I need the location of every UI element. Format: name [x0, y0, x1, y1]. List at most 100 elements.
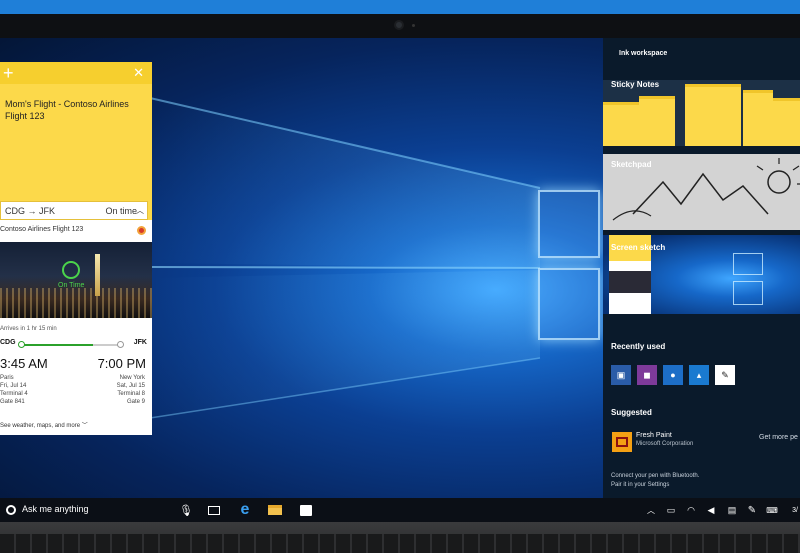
cortana-circle-icon[interactable]	[4, 498, 18, 522]
connect-line-2[interactable]: Pair it in your Settings	[611, 481, 699, 490]
video-app-icon[interactable]: ▣	[611, 365, 631, 385]
sticky-note[interactable]: + ✕ Mom's Flight - Contoso Airlines Flig…	[0, 62, 152, 220]
camera-indicator	[412, 24, 415, 27]
action-center-icon[interactable]: ▤	[725, 498, 739, 522]
departure-terminal: Terminal 4	[0, 391, 28, 397]
map-status: On Time	[58, 282, 85, 289]
see-more-link[interactable]: See weather, maps, and more ﹀	[0, 420, 88, 429]
card-header: Contoso Airlines Flight 123	[0, 220, 152, 242]
mini-city	[609, 271, 651, 293]
sticky-notes-tile[interactable]: Sticky Notes	[603, 80, 800, 146]
add-note-icon[interactable]: +	[3, 62, 14, 84]
chevron-up-icon[interactable]: ︿	[136, 205, 144, 216]
suggested-app-publisher: Microsoft Corporation	[636, 441, 694, 447]
mini-logo-pane	[733, 281, 763, 305]
flight-status: On time	[105, 206, 137, 216]
edge-icon[interactable]: e	[235, 498, 255, 522]
departure-date: Fri, Jul 14	[0, 383, 27, 389]
sketchpad-label: Sketchpad	[611, 160, 652, 169]
folder-shape	[268, 505, 282, 515]
flight-route: CDG → JFK	[5, 206, 56, 216]
recently-used-label: Recently used	[611, 342, 666, 351]
connect-line-1: Connect your pen with Bluetooth.	[611, 473, 700, 479]
maps-icon[interactable]: ●	[663, 365, 683, 385]
suggested-app-name[interactable]: Fresh Paint	[636, 432, 672, 439]
sticky-header: + ✕	[0, 62, 152, 84]
onenote-icon[interactable]: ◼	[637, 365, 657, 385]
chevron-down-icon: ﹀	[81, 423, 88, 429]
mini-note	[639, 96, 675, 146]
flight-insight-bar[interactable]: CDG → JFK On time ︿	[0, 201, 148, 220]
screen-sketch-label: Screen sketch	[611, 243, 666, 252]
easel-shape	[616, 437, 628, 447]
ink-workspace-panel: Ink workspace Sticky Notes Sketchpad Scr…	[603, 38, 800, 498]
webcam	[394, 20, 404, 30]
circle-shape	[6, 505, 16, 515]
arrival-city: New York	[119, 375, 145, 381]
chevron-up-icon[interactable]: ︿	[645, 498, 657, 522]
fresh-paint-icon[interactable]	[612, 432, 632, 452]
logo-pane	[538, 190, 600, 258]
departure-gate: Gate 841	[0, 399, 25, 405]
card-title: Contoso Airlines Flight 123	[0, 226, 84, 233]
pen-bluetooth-hint: Connect your pen with Bluetooth. Pair it…	[611, 472, 699, 490]
desktop-screen: + ✕ Mom's Flight - Contoso Airlines Flig…	[0, 38, 800, 522]
screen-sketch-tile[interactable]: Screen sketch	[603, 235, 800, 314]
photos-icon[interactable]: ▴	[689, 365, 709, 385]
task-view-icon[interactable]	[204, 498, 224, 522]
logo-pane	[538, 268, 600, 340]
top-blue-strip	[0, 0, 800, 14]
keyboard-icon[interactable]: ⌨	[765, 498, 779, 522]
departure-time: 3:45 AM	[0, 356, 48, 371]
flight-card: Contoso Airlines Flight 123 On Time Arri…	[0, 220, 152, 435]
laptop-keyboard	[0, 522, 800, 553]
cortana-icon	[137, 226, 146, 235]
arrival-info: New York Sat, Jul 15 Terminal 8 Gate 9	[117, 374, 145, 406]
close-icon[interactable]: ✕	[133, 64, 144, 82]
bag-shape	[300, 504, 312, 516]
flight-progress: CDG JFK	[0, 338, 152, 350]
microphone-icon[interactable]: 🎙	[179, 498, 193, 522]
file-explorer-icon[interactable]	[265, 498, 285, 522]
origin-code: CDG	[0, 339, 16, 346]
city-lights	[0, 288, 152, 318]
arrival-terminal: Terminal 8	[117, 391, 145, 397]
arrival-gate: Gate 9	[126, 399, 145, 405]
search-box[interactable]: Ask me anything	[22, 504, 89, 514]
departure-city: Paris	[0, 375, 14, 381]
sticky-text[interactable]: Mom's Flight - Contoso Airlines Flight 1…	[5, 98, 147, 122]
arrival-eta: Arrives in 1 hr 15 min	[0, 326, 57, 332]
get-more-link[interactable]: Get more pe	[759, 434, 798, 441]
ink-workspace-title: Ink workspace	[619, 50, 668, 57]
arrival-time: 7:00 PM	[97, 356, 146, 371]
keyboard-keys	[0, 534, 800, 553]
progress-fill	[21, 344, 93, 346]
see-more-label: See weather, maps, and more	[0, 423, 81, 429]
volume-icon[interactable]: ◀	[705, 498, 717, 522]
departure-info: Paris Fri, Jul 14 Terminal 4 Gate 841	[0, 374, 28, 406]
mini-note	[773, 98, 800, 146]
city-image: On Time	[0, 242, 152, 318]
network-icon[interactable]: ▭	[665, 498, 677, 522]
sticky-notes-label: Sticky Notes	[611, 80, 660, 89]
store-icon[interactable]	[296, 498, 316, 522]
plane-icon	[62, 261, 80, 279]
pen-app-icon[interactable]: ✎	[715, 365, 735, 385]
laptop-bezel	[0, 14, 800, 38]
progress-start-dot	[18, 341, 25, 348]
taskbar: Ask me anything 🎙 e ︿ ▭ ◠ ◀ ▤ ✎ ⌨ 3/	[0, 498, 800, 522]
sketchpad-tile[interactable]: Sketchpad	[603, 154, 800, 230]
suggested-label: Suggested	[611, 408, 652, 417]
pen-workspace-icon[interactable]: ✎	[746, 498, 758, 522]
mini-note	[743, 90, 773, 146]
mini-note	[603, 102, 639, 146]
clock[interactable]: 3/	[790, 498, 800, 522]
wifi-icon[interactable]: ◠	[685, 498, 697, 522]
progress-track	[18, 341, 124, 348]
mini-logo-pane	[733, 253, 763, 275]
progress-end-dot	[117, 341, 124, 348]
destination-code: JFK	[133, 339, 147, 346]
mini-note	[685, 84, 741, 146]
building-silhouette	[95, 254, 100, 296]
task-view-shape	[208, 505, 220, 515]
